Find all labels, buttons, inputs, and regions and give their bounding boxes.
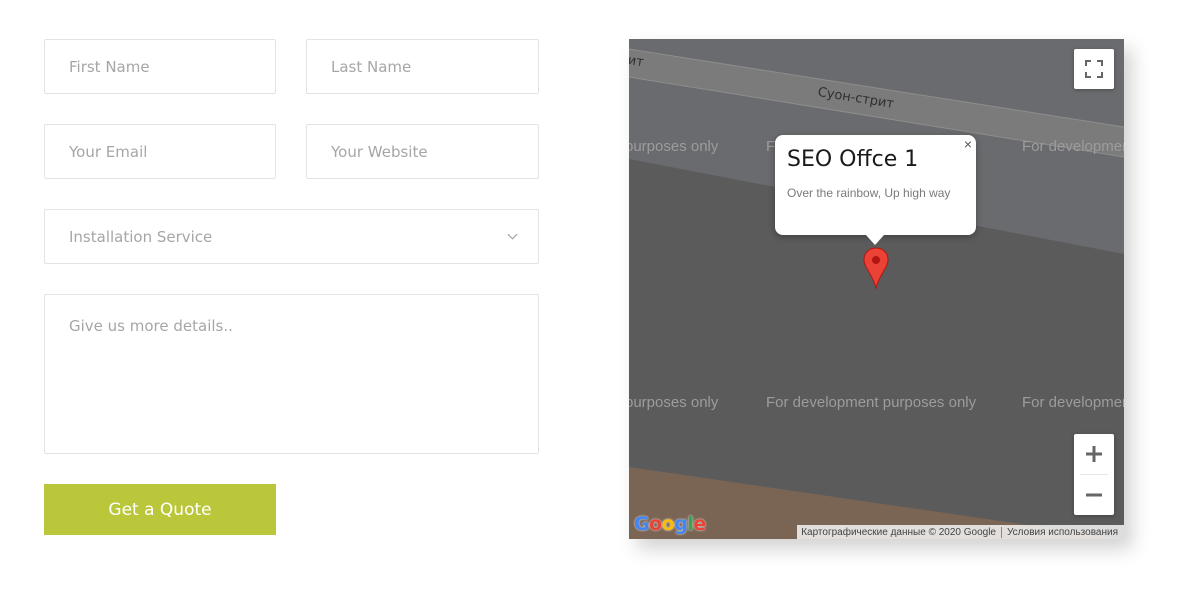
last-name-field[interactable] <box>306 39 539 94</box>
map-attribution: Картографические данные © 2020 Google Ус… <box>797 525 1124 539</box>
website-input[interactable] <box>307 125 538 178</box>
minus-icon <box>1086 493 1102 497</box>
first-name-input[interactable] <box>45 40 275 93</box>
details-textarea[interactable] <box>45 295 538 453</box>
info-window: SEO Offce 1 Over the rainbow, Up high wa… <box>775 135 976 245</box>
details-field[interactable] <box>44 294 539 454</box>
close-icon[interactable]: × <box>964 137 972 151</box>
plus-icon <box>1086 446 1102 462</box>
watermark-text: purposes only <box>629 394 719 411</box>
zoom-out-button[interactable] <box>1074 475 1114 515</box>
attribution-divider <box>1001 526 1002 538</box>
fullscreen-icon <box>1085 60 1103 78</box>
map-data-credit: Картографические данные © 2020 Google <box>801 526 996 538</box>
watermark-text: For developmen <box>1022 394 1124 411</box>
watermark-text: F <box>766 138 776 155</box>
info-window-description: Over the rainbow, Up high way <box>787 186 951 200</box>
map-marker-icon[interactable] <box>862 246 890 290</box>
service-select[interactable]: Installation Service <box>44 209 539 264</box>
get-quote-button[interactable]: Get a Quote <box>44 484 276 535</box>
watermark-text: purposes only <box>629 138 719 155</box>
first-name-field[interactable] <box>44 39 276 94</box>
watermark-text: For developmen <box>1022 138 1124 155</box>
terms-link[interactable]: Условия использования <box>1007 527 1118 538</box>
fullscreen-button[interactable] <box>1074 49 1114 89</box>
zoom-control <box>1074 434 1114 515</box>
zoom-in-button[interactable] <box>1074 434 1114 474</box>
email-input[interactable] <box>45 125 275 178</box>
last-name-input[interactable] <box>307 40 538 93</box>
watermark-text: For development purposes only <box>766 394 977 411</box>
website-field[interactable] <box>306 124 539 179</box>
map[interactable]: ит Суон-стрит purposes only F For develo… <box>629 39 1124 539</box>
service-select-value: Installation Service <box>69 227 213 246</box>
info-window-title: SEO Offce 1 <box>787 147 919 172</box>
email-field[interactable] <box>44 124 276 179</box>
google-logo[interactable]: Google <box>634 513 706 535</box>
street-label: ит <box>629 53 645 71</box>
